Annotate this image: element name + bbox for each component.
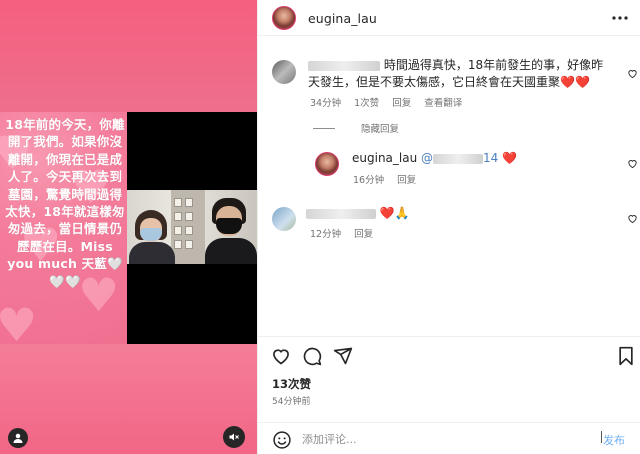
comment-input[interactable] [302,429,582,449]
commenter-avatar[interactable] [272,60,296,84]
heart-outline-icon [627,159,637,168]
cemetery-photo [127,190,257,264]
like-comment-button[interactable] [625,211,639,225]
replies-divider-line [313,127,335,129]
author-avatar[interactable] [272,6,296,30]
translate-button[interactable]: 查看翻译 [424,98,462,109]
post-header: eugina_lau [258,0,640,36]
comment-emoji: ❤️ [502,151,518,165]
author-username[interactable]: eugina_lau [308,11,377,26]
comment-meta: 16分钟 回复 [353,172,426,186]
memorial-plaque [185,240,193,249]
memorial-plaque [185,198,193,207]
memorial-plaque [174,226,182,235]
post-actions-bar [258,336,640,376]
comment-time[interactable]: 16分钟 [353,175,384,186]
comment-text: ❤️🙏 [306,205,606,222]
like-comment-button[interactable] [625,66,639,80]
heart-icon [273,349,289,365]
reply-button[interactable]: 回复 [392,98,411,109]
memorial-plaque [185,212,193,221]
caption-image-panel: ♥ ♥ ♥ ♥ ♥ 18年前的今天，你離開了我們。如果你沒離開，你現在已是成人了… [0,112,127,344]
more-dots-icon [612,16,628,20]
post-likes-count[interactable]: 13次赞 [272,376,311,392]
heart-outline-icon [627,214,637,223]
reply-button[interactable]: 回复 [354,229,373,240]
like-button[interactable] [270,345,292,367]
comment-text: eugina_lau @14 ❤️ [352,150,612,167]
comment-time[interactable]: 12分钟 [310,229,341,240]
memorial-plaque [174,240,182,249]
commenter-username-blurred[interactable] [308,60,380,71]
comment-time[interactable]: 34分钟 [310,98,341,109]
commenter-avatar[interactable] [272,207,296,231]
comment-emoji: ❤️🙏 [379,206,410,220]
more-options-button[interactable] [610,8,630,28]
commenter-username[interactable]: eugina_lau [352,151,417,165]
reply-button[interactable]: 回复 [397,175,416,186]
hide-replies-button[interactable]: 隐藏回复 [313,121,399,135]
post-comment-button[interactable]: 发布 [603,432,625,448]
share-button[interactable] [332,345,354,367]
memorial-plaque [185,226,193,235]
user-icon [13,433,23,443]
hide-replies-label[interactable]: 隐藏回复 [361,121,399,135]
memorial-plaque [174,198,182,207]
comment-button[interactable] [301,345,323,367]
mention-link[interactable]: @14 [421,151,498,165]
woman-figure [129,208,175,264]
comment-bubble-icon [303,347,322,366]
save-button[interactable] [615,345,637,367]
like-comment-button[interactable] [625,156,639,170]
emoji-picker-button[interactable] [272,430,292,450]
comment-meta: 12分钟 回复 [310,226,383,240]
post-details-panel: eugina_lau 時間過得真快，18年前發生的事，好像昨天發生，但是不要太傷… [257,0,640,454]
media-background-top [0,0,257,112]
comment-likes-count[interactable]: 1次赞 [354,98,379,109]
comment-text: 時間過得真快，18年前發生的事，好像昨天發生，但是不要太傷感，它日終會在天國重聚… [308,57,613,91]
mute-button[interactable] [223,426,245,448]
heart-outline-icon [627,69,637,78]
mention-blurred [433,153,484,164]
memorial-plaque [174,212,182,221]
commenter-avatar[interactable] [315,152,339,176]
image-caption-text: 18年前的今天，你離開了我們。如果你沒離開，你現在已是成人了。今天再次去到墓園，… [5,117,125,289]
add-comment-bar: 发布 [258,422,640,454]
post-timestamp[interactable]: 54分钟前 [272,394,310,407]
bookmark-icon [619,346,633,366]
post-media[interactable]: ♥ ♥ ♥ ♥ ♥ 18年前的今天，你離開了我們。如果你沒離開，你現在已是成人了… [0,0,257,454]
smiley-icon [273,431,291,449]
man-figure [205,198,257,264]
commenter-username-blurred[interactable] [306,208,376,219]
speaker-muted-icon [229,433,239,441]
heart-decoration: ♥ [0,298,38,344]
tagged-users-button[interactable] [8,428,28,448]
paper-plane-icon [333,347,353,365]
media-background-bottom [0,344,257,454]
comment-emoji: ❤️❤️ [560,75,590,89]
comment-meta: 34分钟 1次赞 回复 查看翻译 [310,95,472,109]
